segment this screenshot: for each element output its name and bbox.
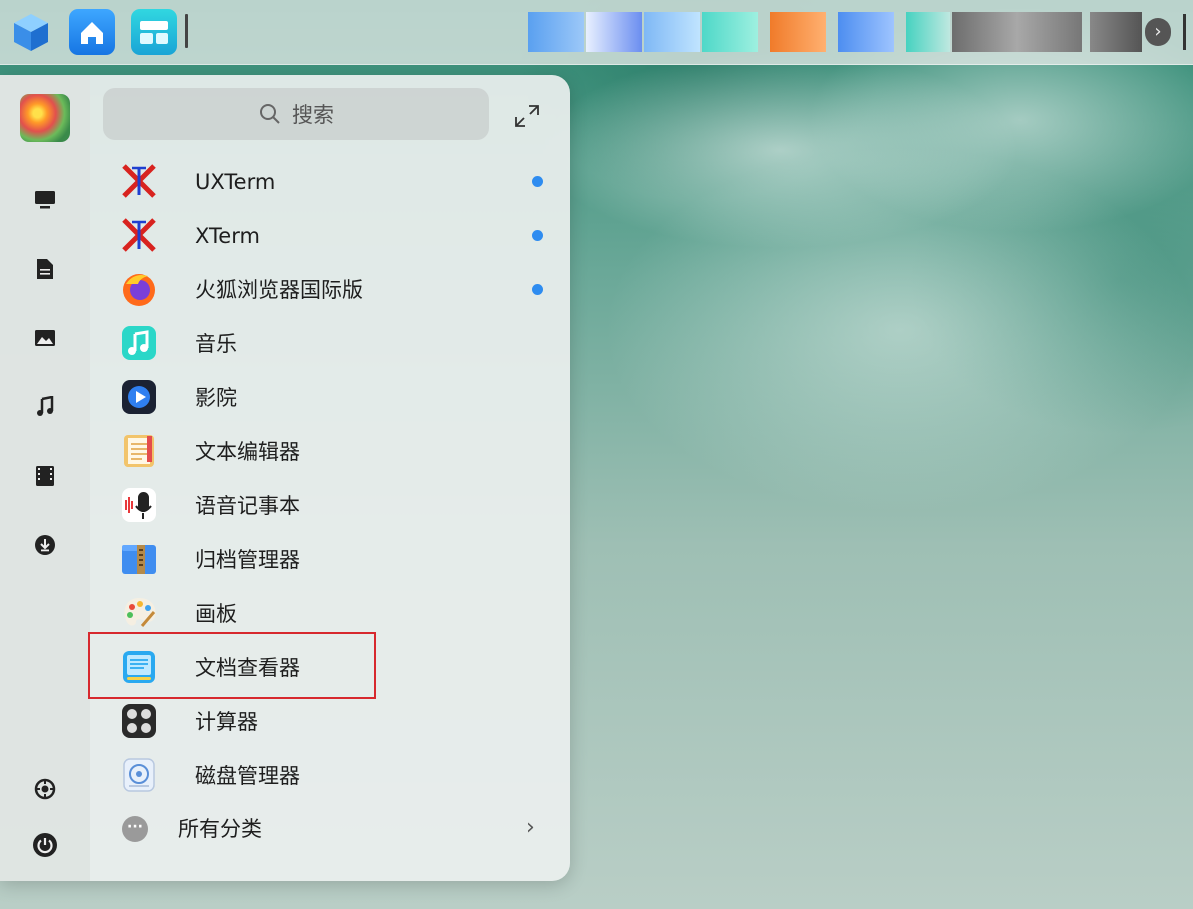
firefox-icon — [120, 270, 158, 308]
start-menu: 搜索 UXTerm XTerm 火狐浏览器国际版 音乐 影院 文本编辑器 语音记… — [0, 75, 570, 881]
xterm-icon — [120, 162, 158, 200]
text-editor-icon — [120, 432, 158, 470]
xterm-icon — [120, 216, 158, 254]
all-categories-button[interactable]: ··· 所有分类 › — [90, 802, 570, 856]
documents-icon[interactable] — [31, 255, 59, 283]
tray-expand-chevron-icon[interactable]: › — [1145, 18, 1171, 46]
movie-player-icon — [120, 378, 158, 416]
downloads-icon[interactable] — [31, 531, 59, 559]
search-placeholder: 搜索 — [292, 103, 334, 127]
new-app-indicator — [532, 284, 543, 295]
app-label: 音乐 — [195, 332, 237, 356]
new-app-indicator — [532, 230, 543, 241]
app-item-firefox[interactable]: 火狐浏览器国际版 — [90, 263, 570, 317]
pinned-app-icon[interactable] — [770, 12, 826, 52]
app-label: 磁盘管理器 — [195, 764, 300, 788]
launcher-sidebar — [0, 75, 90, 881]
home-folder-icon[interactable] — [69, 9, 115, 55]
app-item-uxterm[interactable]: UXTerm — [90, 155, 570, 209]
highlight-box — [88, 632, 376, 699]
pinned-app-icon[interactable] — [906, 12, 950, 52]
music-icon[interactable] — [31, 393, 59, 421]
app-item-movie[interactable]: 影院 — [90, 371, 570, 425]
app-item-text-editor[interactable]: 文本编辑器 — [90, 425, 570, 479]
app-label: UXTerm — [195, 170, 276, 194]
app-item-calculator[interactable]: 计算器 — [90, 695, 570, 749]
app-label: 火狐浏览器国际版 — [195, 278, 363, 302]
chevron-right-icon: › — [526, 815, 535, 840]
pinned-app-icon[interactable] — [838, 12, 894, 52]
more-dots-icon: ··· — [122, 816, 148, 842]
videos-icon[interactable] — [31, 462, 59, 490]
voice-note-icon — [120, 486, 158, 524]
multitask-view-icon[interactable] — [131, 9, 177, 55]
taskbar: › — [0, 0, 1193, 65]
app-item-disk-manager[interactable]: 磁盘管理器 — [90, 749, 570, 803]
disk-manager-icon — [120, 756, 158, 794]
app-item-voice-notes[interactable]: 语音记事本 — [90, 479, 570, 533]
launcher-cube-icon[interactable] — [8, 9, 54, 55]
settings-gear-icon[interactable] — [31, 775, 59, 803]
pinned-app-icon[interactable] — [644, 12, 700, 52]
archive-manager-icon — [120, 540, 158, 578]
app-label: 语音记事本 — [195, 494, 300, 518]
power-icon[interactable] — [31, 831, 59, 859]
calculator-icon — [120, 702, 158, 740]
pictures-icon[interactable] — [31, 324, 59, 352]
app-label: XTerm — [195, 224, 260, 248]
app-label: 影院 — [195, 386, 237, 410]
search-box[interactable]: 搜索 — [103, 88, 489, 140]
pinned-app-icon[interactable] — [528, 12, 584, 52]
all-categories-label: 所有分类 — [178, 817, 262, 841]
user-avatar[interactable] — [20, 94, 70, 142]
app-item-xterm[interactable]: XTerm — [90, 209, 570, 263]
pinned-app-icon[interactable] — [586, 12, 642, 52]
app-label: 文本编辑器 — [195, 440, 300, 464]
search-icon — [260, 104, 280, 124]
fullscreen-expand-icon[interactable] — [513, 103, 541, 129]
computer-icon[interactable] — [31, 186, 59, 214]
app-item-archive-manager[interactable]: 归档管理器 — [90, 533, 570, 587]
new-app-indicator — [532, 176, 543, 187]
show-desktop-edge[interactable] — [1183, 14, 1186, 50]
tray-status-area[interactable] — [1090, 12, 1142, 52]
pinned-app-icon[interactable] — [702, 12, 758, 52]
taskbar-separator — [185, 14, 188, 48]
draw-icon — [120, 594, 158, 632]
music-app-icon — [120, 324, 158, 362]
app-label: 计算器 — [195, 710, 258, 734]
app-item-music[interactable]: 音乐 — [90, 317, 570, 371]
app-label: 归档管理器 — [195, 548, 300, 572]
tray-status-area[interactable] — [952, 12, 1082, 52]
